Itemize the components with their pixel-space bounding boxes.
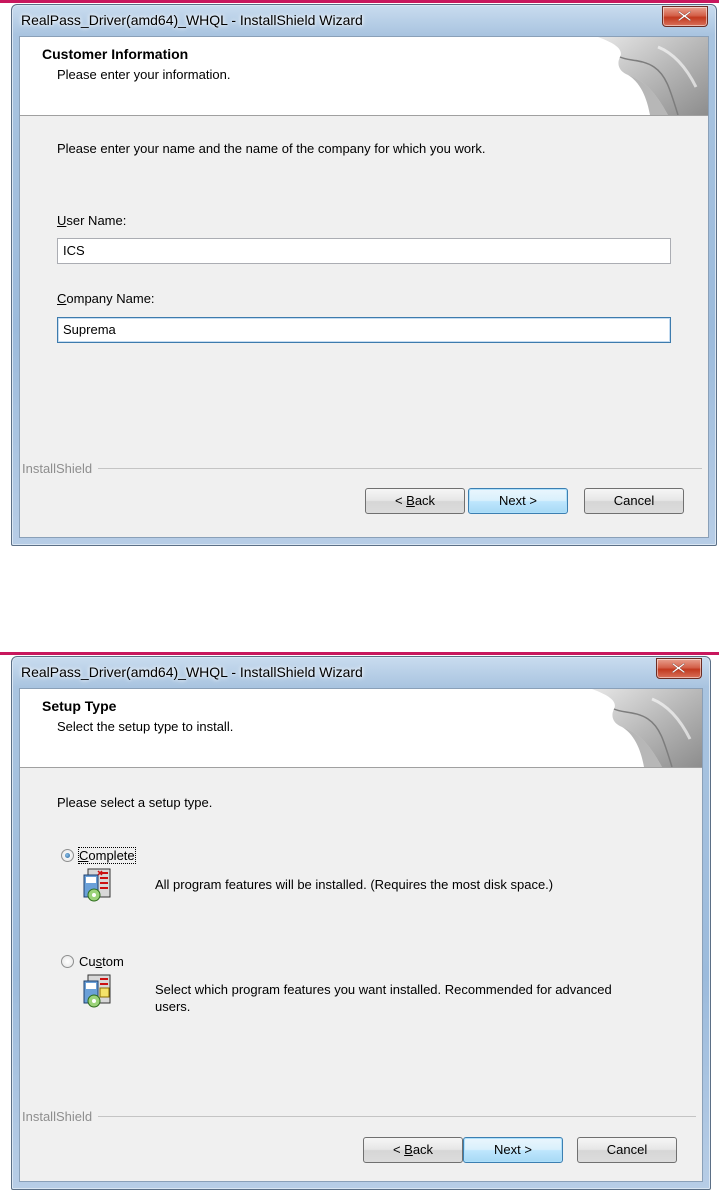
close-x-icon bbox=[678, 11, 691, 21]
installshield-brand-line: InstallShield bbox=[22, 461, 702, 476]
company-name-label: Company Name: bbox=[57, 291, 155, 306]
accent-line-bottom bbox=[0, 652, 719, 655]
header-title: Customer Information bbox=[42, 46, 189, 62]
radio-label-complete: Complete bbox=[78, 847, 136, 864]
instruction-text: Please enter your name and the name of t… bbox=[57, 141, 486, 156]
close-x-icon bbox=[672, 663, 685, 673]
dialog-client-area: Customer Information Please enter your i… bbox=[19, 36, 709, 538]
window-title: RealPass_Driver(amd64)_WHQL - InstallShi… bbox=[21, 664, 363, 680]
radio-complete[interactable]: Complete bbox=[61, 847, 136, 864]
installshield-brand-line: InstallShield bbox=[22, 1109, 696, 1124]
cancel-button[interactable]: Cancel bbox=[584, 488, 684, 514]
user-name-label: User Name: bbox=[57, 213, 127, 228]
back-button[interactable]: < Back bbox=[363, 1137, 463, 1163]
radio-label-custom: Custom bbox=[79, 954, 124, 969]
installshield-banner-art bbox=[592, 689, 702, 767]
installshield-brand: InstallShield bbox=[22, 461, 99, 476]
title-bar[interactable]: RealPass_Driver(amd64)_WHQL - InstallShi… bbox=[12, 657, 710, 687]
user-name-input[interactable]: ICS bbox=[57, 238, 671, 264]
setup-custom-icon bbox=[83, 974, 111, 1008]
customer-info-window: RealPass_Driver(amd64)_WHQL - InstallShi… bbox=[11, 4, 717, 546]
instruction-text: Please select a setup type. bbox=[57, 795, 213, 810]
header-band: Setup Type Select the setup type to inst… bbox=[20, 689, 702, 768]
next-button[interactable]: Next > bbox=[468, 488, 568, 514]
title-bar[interactable]: RealPass_Driver(amd64)_WHQL - InstallShi… bbox=[12, 5, 716, 35]
header-subtitle: Please enter your information. bbox=[57, 67, 231, 82]
radio-button-unselected[interactable] bbox=[61, 955, 74, 968]
cancel-button[interactable]: Cancel bbox=[577, 1137, 677, 1163]
installshield-brand: InstallShield bbox=[22, 1109, 99, 1124]
radio-custom[interactable]: Custom bbox=[61, 954, 124, 969]
close-button[interactable] bbox=[662, 6, 708, 27]
setup-type-window: RealPass_Driver(amd64)_WHQL - InstallShi… bbox=[11, 656, 711, 1190]
setup-complete-icon bbox=[83, 868, 111, 902]
header-title: Setup Type bbox=[42, 698, 117, 714]
complete-description: All program features will be installed. … bbox=[155, 877, 554, 892]
dialog-client-area: Setup Type Select the setup type to inst… bbox=[19, 688, 703, 1182]
close-button[interactable] bbox=[656, 658, 702, 679]
next-button[interactable]: Next > bbox=[463, 1137, 563, 1163]
custom-description: Select which program features you want i… bbox=[155, 982, 612, 1014]
accent-line-top bbox=[0, 0, 719, 3]
divider bbox=[22, 1116, 696, 1117]
window-title: RealPass_Driver(amd64)_WHQL - InstallShi… bbox=[21, 12, 363, 28]
back-button[interactable]: < Back bbox=[365, 488, 465, 514]
radio-button-selected[interactable] bbox=[61, 849, 74, 862]
header-subtitle: Select the setup type to install. bbox=[57, 719, 234, 734]
company-name-input[interactable]: Suprema bbox=[57, 317, 671, 343]
divider bbox=[22, 468, 702, 469]
header-band: Customer Information Please enter your i… bbox=[20, 37, 708, 116]
installshield-banner-art bbox=[598, 37, 708, 115]
